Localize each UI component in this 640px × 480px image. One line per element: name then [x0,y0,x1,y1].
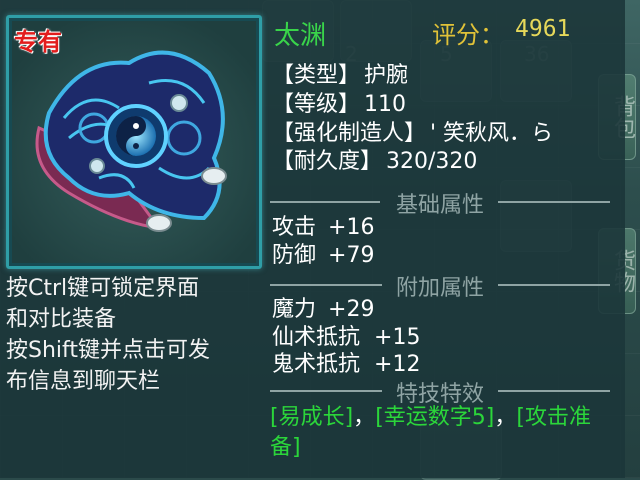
special-effects: [易成长]，[幸运数字5]，[攻击准 备] [270,403,620,463]
info-value: 110 [364,92,407,117]
item-name: 太渊 [274,21,327,51]
attr-row: 防御 +79 [272,242,374,270]
section-base-attrs: 基础属性 [270,187,610,218]
attr-name: 魔力 [272,297,317,322]
info-value: ' 笑秋风．ら [430,121,554,146]
section-extra-attrs: 附加属性 [270,270,610,301]
info-crafter: 【强化制造人】 ' 笑秋风．ら [272,120,553,148]
attr-name: 仙术抵抗 [272,325,361,350]
attr-row: 仙术抵抗 +15 [272,324,420,352]
score-value: 4961 [515,16,571,42]
info-value: 护腕 [364,63,409,88]
info-type: 【类型】 护腕 [272,62,408,90]
effect-item: [幸运数字5] [375,405,495,430]
info-durability: 【耐久度】 320/320 [272,148,477,176]
hint-line: 和对比装备 [6,307,117,332]
info-value: 320/320 [386,149,478,174]
attr-value: +29 [328,297,375,322]
effect-item: [攻击准 [516,405,591,430]
attr-row: 鬼术抵抗 +12 [272,351,420,379]
attr-value: +79 [328,243,375,268]
attr-value: +15 [374,325,421,350]
attr-value: +16 [328,215,375,240]
info-label: 【类型】 [272,63,361,88]
attr-row: 魔力 +29 [272,296,374,324]
item-tooltip: 专有 太渊 评分： 4961 【类型】 护腕 【等级】 110 【强化制造人】 ' 笑… [0,0,625,478]
effect-item-cont: 备] [270,435,301,460]
effect-item: [易成长] [270,405,354,430]
info-label: 【强化制造人】 [272,121,427,146]
score-label: 评分： [432,21,504,49]
hint-line: 按Ctrl键可锁定界面 [6,276,200,301]
attr-row: 攻击 +16 [272,214,374,242]
attr-name: 防御 [272,243,317,268]
attr-value: +12 [374,352,421,377]
info-level: 【等级】 110 [272,91,406,119]
hint-line: 按Shift键并点击可发 [6,338,211,363]
hint-line: 布信息到聊天栏 [6,369,161,394]
effect-separator: ， [494,405,517,430]
info-label: 【等级】 [272,92,361,117]
effect-separator: ， [353,405,376,430]
section-skills: 特技特效 [270,376,610,407]
attr-name: 攻击 [272,215,317,240]
attr-name: 鬼术抵抗 [272,352,361,377]
info-label: 【耐久度】 [272,149,383,174]
exclusive-tag: 专有 [14,28,62,56]
